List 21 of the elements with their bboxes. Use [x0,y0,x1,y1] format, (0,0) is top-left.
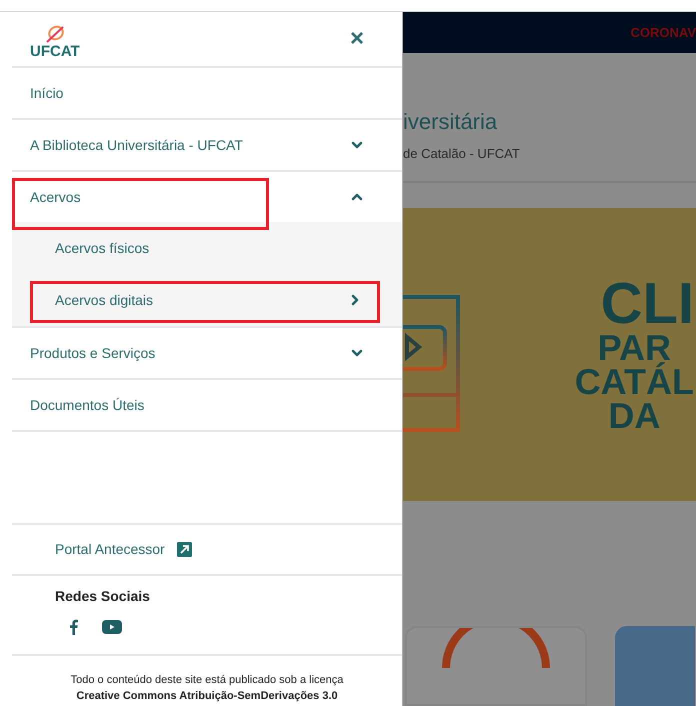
menu-item[interactable]: Documentos Úteis [12,380,402,430]
license-link[interactable]: Creative Commons Atribuição-SemDerivações 3.0 [76,688,338,704]
banner-text: CLI [600,276,694,331]
youtube-icon[interactable] [102,620,122,634]
license-text: Todo o conteúdo deste site está publicado sob a licença [70,673,344,688]
submenu-item[interactable]: Acervos digitais [12,274,402,326]
banner-text: DA [608,399,660,434]
menu-item[interactable]: Início [12,68,402,118]
social-title: Redes Sociais [55,587,151,606]
page-title: iversitária [403,108,498,136]
page-subtitle: de Catalão - UFCAT [403,144,521,162]
banner-text: CATÁL [574,364,694,400]
external-link-icon [176,542,192,557]
facebook-icon[interactable] [69,619,78,635]
ufcat-logo: UFCAT [30,20,80,58]
close-button[interactable]: × [350,27,364,51]
portal-link[interactable]: Portal Antecessor [55,539,165,560]
menu-item[interactable]: Produtos e Serviços [12,328,402,378]
menu-item[interactable]: Acervos [12,172,402,222]
submenu-item[interactable]: Acervos físicos [12,222,402,274]
menu-item[interactable]: A Biblioteca Universitária - UFCAT [12,120,402,170]
